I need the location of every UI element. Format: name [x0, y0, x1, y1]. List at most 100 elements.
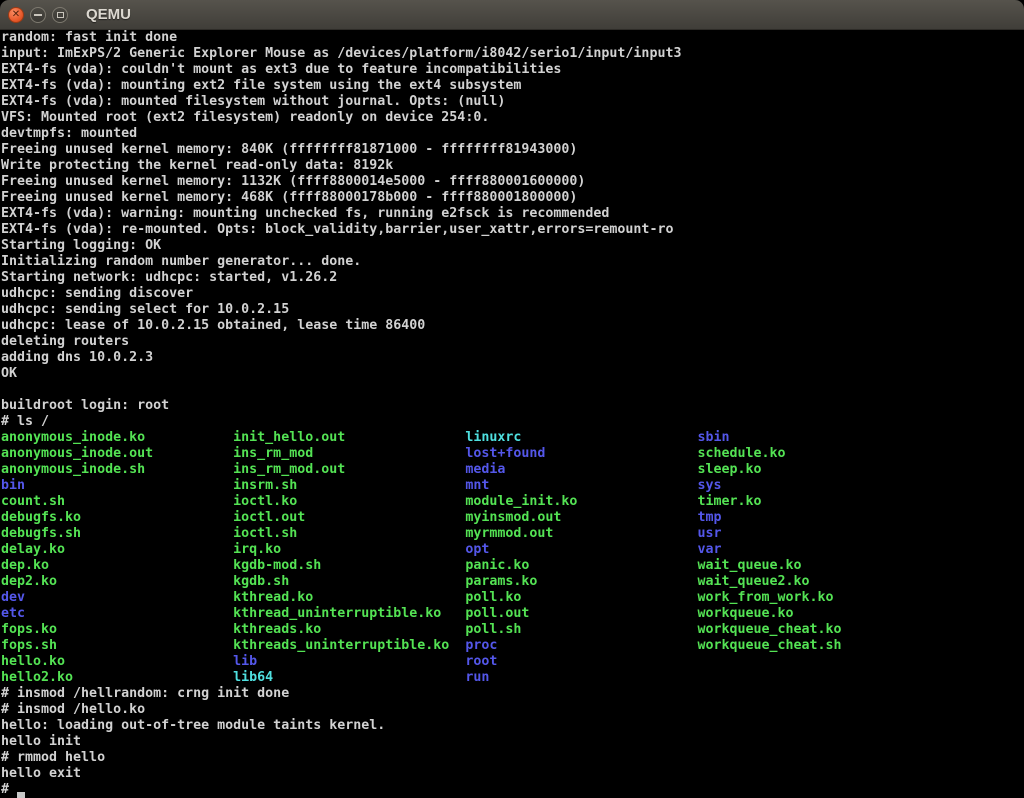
ls-entry: module_init.ko	[465, 494, 697, 510]
ls-entry: ioctl.out	[233, 510, 465, 526]
ls-entry: dep.ko	[1, 558, 233, 574]
ls-entry: params.ko	[465, 574, 697, 590]
ls-entry: fops.ko	[1, 622, 233, 638]
console-line: VFS: Mounted root (ext2 filesystem) read…	[1, 110, 1024, 126]
ls-row: anonymous_inode.outins_rm_modlost+founds…	[1, 446, 1024, 462]
ls-entry: poll.ko	[465, 590, 697, 606]
ls-row: dep2.kokgdb.shparams.kowait_queue2.ko	[1, 574, 1024, 590]
console-line: Freeing unused kernel memory: 1132K (fff…	[1, 174, 1024, 190]
ls-entry: delay.ko	[1, 542, 233, 558]
ls-row: delay.koirq.kooptvar	[1, 542, 1024, 558]
console-line: # insmod /hello.ko	[1, 702, 1024, 718]
console-line: devtmpfs: mounted	[1, 126, 1024, 142]
ls-row: etckthread_uninterruptible.kopoll.outwor…	[1, 606, 1024, 622]
ls-entry: fops.sh	[1, 638, 233, 654]
ls-entry: ioctl.ko	[233, 494, 465, 510]
ls-row: bininsrm.shmntsys	[1, 478, 1024, 494]
ls-entry: myrmmod.out	[465, 526, 697, 542]
ls-row: hello.kolibroot	[1, 654, 1024, 670]
ls-entry: hello2.ko	[1, 670, 233, 686]
ls-entry: kthread_uninterruptible.ko	[233, 606, 465, 622]
ls-row: devkthread.kopoll.kowork_from_work.ko	[1, 590, 1024, 606]
ls-entry: panic.ko	[465, 558, 697, 574]
ls-row: debugfs.shioctl.shmyrmmod.outusr	[1, 526, 1024, 542]
ls-entry: usr	[697, 526, 721, 542]
console-line: # ls /	[1, 414, 1024, 430]
ls-entry: lib64	[233, 670, 465, 686]
terminal-screen[interactable]: random: fast init doneinput: ImExPS/2 Ge…	[0, 30, 1024, 796]
console-line: hello init	[1, 734, 1024, 750]
ls-entry: proc	[465, 638, 697, 654]
ls-entry: anonymous_inode.sh	[1, 462, 233, 478]
window-titlebar[interactable]: ✕ QEMU	[0, 0, 1024, 30]
console-line: EXT4-fs (vda): mounting ext2 file system…	[1, 78, 1024, 94]
ls-entry: poll.out	[465, 606, 697, 622]
ls-entry: opt	[465, 542, 697, 558]
console-line: buildroot login: root	[1, 398, 1024, 414]
console-line: adding dns 10.0.2.3	[1, 350, 1024, 366]
ls-entry: run	[465, 670, 697, 686]
console-line: hello exit	[1, 766, 1024, 782]
console-line: Freeing unused kernel memory: 468K (ffff…	[1, 190, 1024, 206]
ls-entry: workqueue_cheat.ko	[697, 622, 841, 638]
console-line: # rmmod hello	[1, 750, 1024, 766]
ls-row: hello2.kolib64run	[1, 670, 1024, 686]
close-button[interactable]: ✕	[8, 7, 24, 23]
console-line: udhcpc: lease of 10.0.2.15 obtained, lea…	[1, 318, 1024, 334]
ls-entry: sbin	[697, 430, 729, 446]
ls-entry: sys	[697, 478, 721, 494]
minimize-button[interactable]	[30, 7, 46, 23]
ls-entry: mnt	[465, 478, 697, 494]
console-line: Starting logging: OK	[1, 238, 1024, 254]
ls-row: count.shioctl.komodule_init.kotimer.ko	[1, 494, 1024, 510]
minimize-icon	[34, 14, 42, 16]
ls-entry: lost+found	[465, 446, 697, 462]
ls-entry: etc	[1, 606, 233, 622]
ls-row: anonymous_inode.koinit_hello.outlinuxrcs…	[1, 430, 1024, 446]
ls-entry: workqueue.ko	[697, 606, 793, 622]
ls-entry: count.sh	[1, 494, 233, 510]
ls-entry: root	[465, 654, 697, 670]
ls-entry: kthread.ko	[233, 590, 465, 606]
ls-entry: hello.ko	[1, 654, 233, 670]
ls-entry: sleep.ko	[697, 462, 761, 478]
ls-entry: ins_rm_mod.out	[233, 462, 465, 478]
ls-entry: ins_rm_mod	[233, 446, 465, 462]
ls-entry: dev	[1, 590, 233, 606]
ls-row: fops.shkthreads_uninterruptible.koprocwo…	[1, 638, 1024, 654]
console-line: Initializing random number generator... …	[1, 254, 1024, 270]
ls-entry: work_from_work.ko	[697, 590, 833, 606]
ls-entry: kthreads.ko	[233, 622, 465, 638]
ls-entry: dep2.ko	[1, 574, 233, 590]
console-line: Write protecting the kernel read-only da…	[1, 158, 1024, 174]
console-line: udhcpc: sending select for 10.0.2.15	[1, 302, 1024, 318]
ls-entry: var	[697, 542, 721, 558]
ls-entry: debugfs.sh	[1, 526, 233, 542]
ls-entry: myinsmod.out	[465, 510, 697, 526]
ls-entry: workqueue_cheat.sh	[697, 638, 841, 654]
ls-entry: poll.sh	[465, 622, 697, 638]
ls-row: dep.kokgdb-mod.shpanic.kowait_queue.ko	[1, 558, 1024, 574]
maximize-icon	[57, 12, 64, 18]
window-title: QEMU	[86, 6, 131, 23]
ls-entry: media	[465, 462, 697, 478]
console-line: input: ImExPS/2 Generic Explorer Mouse a…	[1, 46, 1024, 62]
ls-entry: bin	[1, 478, 233, 494]
ls-entry: anonymous_inode.ko	[1, 430, 233, 446]
ls-entry: ioctl.sh	[233, 526, 465, 542]
ls-entry: anonymous_inode.out	[1, 446, 233, 462]
console-line: udhcpc: sending discover	[1, 286, 1024, 302]
console-line: random: fast init done	[1, 30, 1024, 46]
ls-entry: linuxrc	[465, 430, 697, 446]
ls-entry: wait_queue2.ko	[697, 574, 809, 590]
console-line: EXT4-fs (vda): re-mounted. Opts: block_v…	[1, 222, 1024, 238]
ls-entry: init_hello.out	[233, 430, 465, 446]
ls-entry: kgdb-mod.sh	[233, 558, 465, 574]
ls-entry: irq.ko	[233, 542, 465, 558]
maximize-button[interactable]	[52, 7, 68, 23]
ls-row: debugfs.koioctl.outmyinsmod.outtmp	[1, 510, 1024, 526]
ls-entry: tmp	[697, 510, 721, 526]
console-line: OK	[1, 366, 1024, 382]
ls-entry: timer.ko	[697, 494, 761, 510]
close-icon: ✕	[12, 10, 20, 20]
